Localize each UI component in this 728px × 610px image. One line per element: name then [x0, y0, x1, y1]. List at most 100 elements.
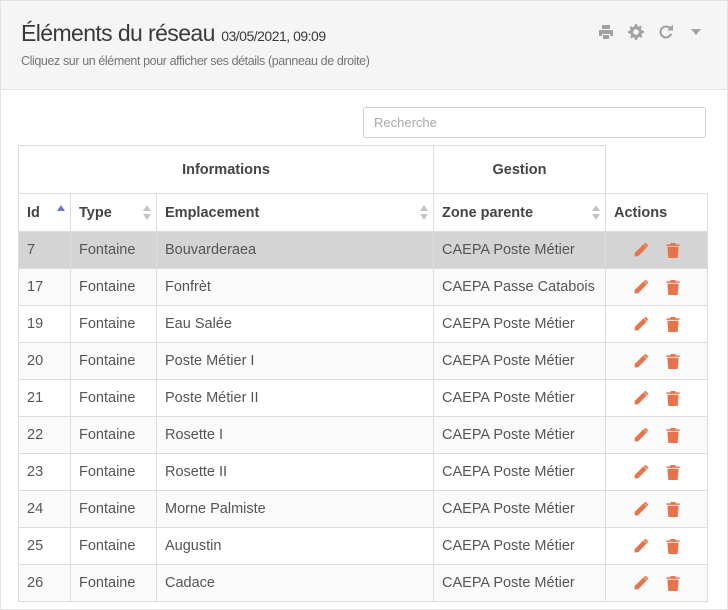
- table-body: 7 Fontaine Bouvarderaea CAEPA Poste Méti…: [18, 231, 709, 602]
- trash-icon[interactable]: [664, 537, 682, 555]
- pencil-icon[interactable]: [632, 241, 650, 259]
- cell-zone: CAEPA Poste Métier: [433, 379, 607, 417]
- timestamp: 03/05/2021, 09:09: [221, 28, 326, 44]
- cell-actions: [605, 231, 709, 269]
- trash-icon[interactable]: [664, 463, 682, 481]
- table-row[interactable]: 19 Fontaine Eau Salée CAEPA Poste Métier: [18, 305, 709, 343]
- trash-icon[interactable]: [664, 315, 682, 333]
- cell-id: 25: [18, 527, 71, 565]
- cell-type: Fontaine: [70, 564, 157, 602]
- cell-id: 24: [18, 490, 71, 528]
- cell-type: Fontaine: [70, 268, 157, 306]
- cell-zone: CAEPA Poste Métier: [433, 564, 607, 602]
- pencil-icon[interactable]: [632, 389, 650, 407]
- sort-icon: [420, 205, 429, 221]
- group-informations: Informations: [17, 145, 435, 194]
- table-row[interactable]: 21 Fontaine Poste Métier II CAEPA Poste …: [18, 379, 709, 417]
- column-label-id: Id: [27, 204, 40, 221]
- refresh-icon[interactable]: [657, 23, 675, 41]
- pencil-icon[interactable]: [632, 500, 650, 518]
- cell-type: Fontaine: [70, 416, 157, 454]
- network-elements-panel: Éléments du réseau 03/05/2021, 09:09 Cli…: [0, 0, 728, 610]
- page-title: Éléments du réseau: [21, 20, 215, 46]
- column-header-actions: Actions: [605, 193, 709, 232]
- cell-id: 17: [18, 268, 71, 306]
- pencil-icon[interactable]: [632, 278, 650, 296]
- cell-actions: [605, 564, 709, 602]
- cell-location: Augustin: [155, 527, 435, 565]
- cell-actions: [605, 379, 709, 417]
- table-row[interactable]: 26 Fontaine Cadace CAEPA Poste Métier: [18, 564, 709, 602]
- pencil-icon[interactable]: [632, 426, 650, 444]
- trash-icon[interactable]: [664, 500, 682, 518]
- cell-actions: [605, 453, 709, 491]
- table-row[interactable]: 24 Fontaine Morne Palmiste CAEPA Poste M…: [18, 490, 709, 528]
- trash-icon[interactable]: [664, 389, 682, 407]
- cell-zone: CAEPA Poste Métier: [433, 342, 607, 380]
- group-blank: [605, 145, 708, 194]
- cell-zone: CAEPA Poste Métier: [433, 231, 607, 269]
- pencil-icon[interactable]: [632, 574, 650, 592]
- column-label-location: Emplacement: [165, 204, 260, 221]
- trash-icon[interactable]: [664, 352, 682, 370]
- cell-zone: CAEPA Poste Métier: [433, 305, 607, 343]
- cell-type: Fontaine: [70, 305, 157, 343]
- page-subtitle: Cliquez sur un élément pour afficher ses…: [21, 54, 370, 68]
- cell-location: Morne Palmiste: [155, 490, 435, 528]
- pencil-icon[interactable]: [632, 352, 650, 370]
- cell-location: Poste Métier II: [155, 379, 435, 417]
- cell-id: 7: [18, 231, 71, 269]
- cell-zone: CAEPA Poste Métier: [433, 416, 607, 454]
- cell-actions: [605, 268, 709, 306]
- table-row[interactable]: 7 Fontaine Bouvarderaea CAEPA Poste Méti…: [18, 231, 709, 269]
- trash-icon[interactable]: [664, 426, 682, 444]
- sort-icon: [592, 205, 601, 221]
- cell-id: 26: [18, 564, 71, 602]
- header-toolbar: [597, 23, 705, 41]
- cell-zone: CAEPA Passe Catabois: [433, 268, 607, 306]
- column-header-zone[interactable]: Zone parente: [433, 193, 607, 232]
- pencil-icon[interactable]: [632, 315, 650, 333]
- cell-actions: [605, 527, 709, 565]
- table-row[interactable]: 23 Fontaine Rosette II CAEPA Poste Métie…: [18, 453, 709, 491]
- cell-id: 22: [18, 416, 71, 454]
- sort-icon: [143, 205, 151, 221]
- column-label-actions: Actions: [614, 204, 668, 221]
- table-row[interactable]: 22 Fontaine Rosette I CAEPA Poste Métier: [18, 416, 709, 454]
- caret-down-icon[interactable]: [687, 23, 705, 41]
- cell-zone: CAEPA Poste Métier: [433, 453, 607, 491]
- cell-type: Fontaine: [70, 453, 157, 491]
- print-icon[interactable]: [597, 23, 615, 41]
- gear-icon[interactable]: [627, 23, 645, 41]
- cell-id: 20: [18, 342, 71, 380]
- sort-ascending-icon: [57, 205, 65, 221]
- column-header-id[interactable]: Id: [18, 193, 71, 232]
- cell-location: Eau Salée: [155, 305, 435, 343]
- column-label-type: Type: [79, 204, 112, 221]
- network-elements-table: Informations Gestion Id Type Emplacement: [17, 145, 709, 602]
- cell-type: Fontaine: [70, 490, 157, 528]
- column-header-type[interactable]: Type: [70, 193, 157, 232]
- cell-type: Fontaine: [70, 231, 157, 269]
- trash-icon[interactable]: [664, 278, 682, 296]
- cell-type: Fontaine: [70, 527, 157, 565]
- trash-icon[interactable]: [664, 574, 682, 592]
- panel-header: Éléments du réseau 03/05/2021, 09:09 Cli…: [1, 1, 727, 90]
- pencil-icon[interactable]: [632, 537, 650, 555]
- pencil-icon[interactable]: [632, 463, 650, 481]
- cell-actions: [605, 490, 709, 528]
- cell-id: 19: [18, 305, 71, 343]
- cell-location: Cadace: [155, 564, 435, 602]
- cell-id: 23: [18, 453, 71, 491]
- group-gestion: Gestion: [433, 145, 607, 194]
- cell-zone: CAEPA Poste Métier: [433, 490, 607, 528]
- table-row[interactable]: 17 Fontaine Fonfrèt CAEPA Passe Catabois: [18, 268, 709, 306]
- cell-location: Rosette II: [155, 453, 435, 491]
- search-input[interactable]: [363, 107, 706, 138]
- column-header-location[interactable]: Emplacement: [155, 193, 435, 232]
- table-row[interactable]: 25 Fontaine Augustin CAEPA Poste Métier: [18, 527, 709, 565]
- table-row[interactable]: 20 Fontaine Poste Métier I CAEPA Poste M…: [18, 342, 709, 380]
- trash-icon[interactable]: [664, 241, 682, 259]
- column-label-zone: Zone parente: [442, 204, 534, 221]
- cell-id: 21: [18, 379, 71, 417]
